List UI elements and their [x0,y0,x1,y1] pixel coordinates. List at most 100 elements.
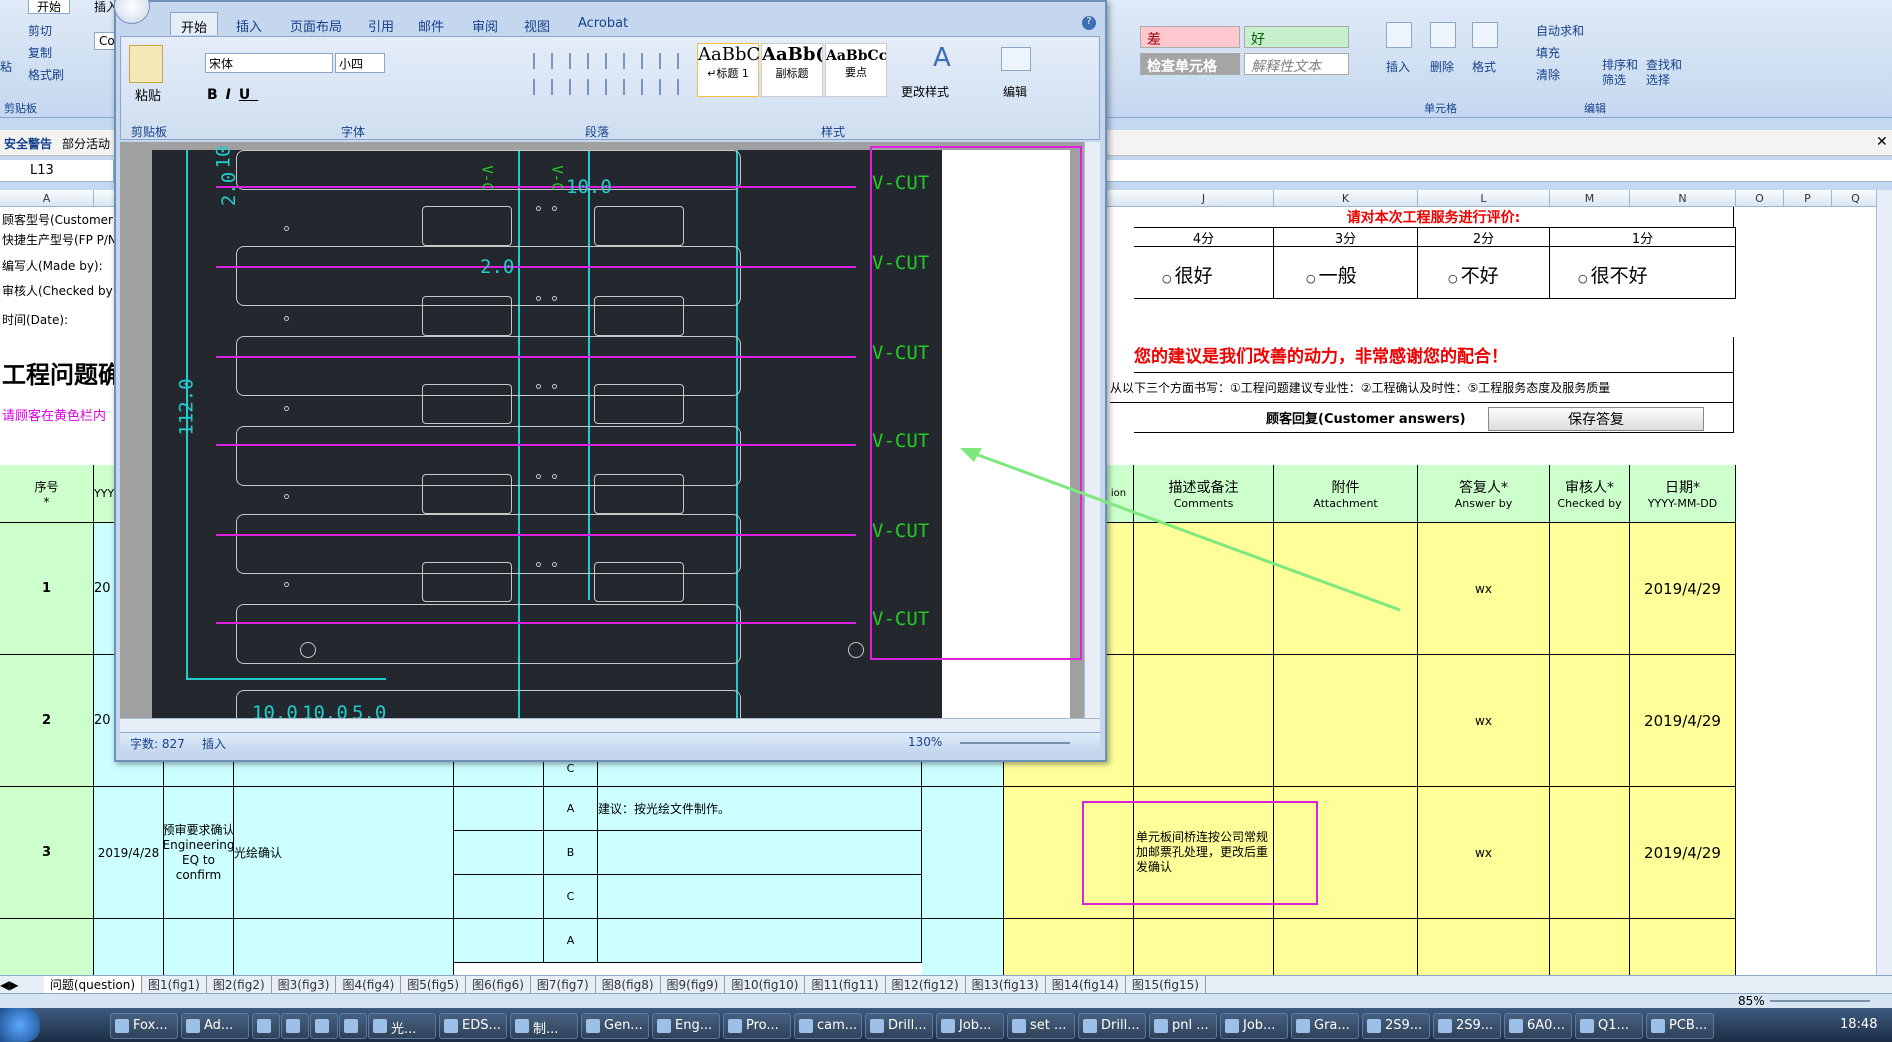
style-good[interactable]: 好 [1244,26,1349,48]
word-tab-acrobat[interactable]: Acrobat [578,16,628,31]
excel-autosum-button[interactable]: 自动求和 [1536,22,1584,39]
row-2-attachment[interactable] [1274,655,1418,787]
excel-insert-button[interactable]: 插入 [1386,58,1410,75]
row-3-answer-by[interactable]: wx [1418,787,1550,919]
row-3-option-c[interactable]: C [544,875,598,919]
taskbar-item[interactable] [281,1013,309,1039]
row-3-option-a[interactable]: A [544,787,598,831]
row-3-topic[interactable]: 光绘确认 [234,787,454,919]
style-subtitle[interactable]: AaBb(副标题 [761,43,823,97]
column-header-k[interactable]: K [1274,190,1418,207]
excel-zoom-level[interactable]: 85% [1738,994,1765,1008]
excel-delete-icon[interactable] [1430,22,1456,48]
taskbar-item[interactable]: Q1... [1575,1013,1643,1039]
insert-mode[interactable]: 插入 [202,735,226,752]
sheet-tab-fig12[interactable]: 图12(fig12) [886,976,966,993]
excel-zoom-slider[interactable] [1770,1000,1870,1002]
word-count[interactable]: 字数: 827 [130,735,185,752]
sheet-tab-fig15[interactable]: 图15(fig15) [1126,976,1206,993]
row-2-date[interactable]: 2019/4/29 [1630,655,1736,787]
taskbar-item[interactable]: Drill... [1078,1013,1146,1039]
binoculars-icon[interactable] [1001,47,1031,71]
column-header-o[interactable]: O [1736,190,1784,207]
word-tab-review[interactable]: 审阅 [472,16,498,35]
rating-option-bad[interactable]: 不好 [1448,261,1499,288]
style-check-cell[interactable]: 检查单元格 [1140,53,1240,75]
word-edit-button[interactable]: 编辑 [1003,83,1027,100]
word-zoom-level[interactable]: 130% [908,735,942,749]
word-tab-references[interactable]: 引用 [368,16,394,35]
sheet-tab-fig6[interactable]: 图6(fig6) [466,976,531,993]
excel-cut-button[interactable]: 剪切 [28,22,52,39]
taskbar-item[interactable]: PCB... [1646,1013,1714,1039]
sheet-tab-fig14[interactable]: 图14(fig14) [1046,976,1126,993]
taskbar-item[interactable]: 6A0... [1504,1013,1572,1039]
word-horizontal-scrollbar[interactable] [120,718,1100,732]
alignment-buttons[interactable] [533,79,683,95]
taskbar-item[interactable] [252,1013,280,1039]
help-icon[interactable]: ? [1082,16,1096,30]
row-2-answer-by[interactable]: wx [1418,655,1550,787]
sheet-tab-fig10[interactable]: 图10(fig10) [725,976,806,993]
word-zoom-slider[interactable] [960,742,1070,744]
row-3-date-answer[interactable]: 2019/4/29 [1630,787,1736,919]
excel-delete-button[interactable]: 删除 [1430,58,1454,75]
style-key-point[interactable]: AaBbCcD 要点 [825,43,887,97]
change-styles-icon[interactable]: A [933,43,951,73]
excel-fill-button[interactable]: 填充 [1536,44,1560,61]
word-tab-insert[interactable]: 插入 [236,16,262,35]
column-header-j[interactable]: J [1134,190,1274,207]
taskbar-item[interactable]: Gen... [581,1013,649,1039]
start-button[interactable] [0,1008,40,1042]
close-icon[interactable]: ✕ [1876,134,1888,150]
word-tab-layout[interactable]: 页面布局 [290,16,342,35]
column-header-l[interactable]: L [1418,190,1550,207]
row-3-option-b[interactable]: B [544,831,598,875]
sheet-tab-fig3[interactable]: 图3(fig3) [272,976,337,993]
taskbar-item[interactable]: 2S9... [1362,1013,1430,1039]
taskbar-item[interactable]: pnl ... [1149,1013,1217,1039]
excel-insert-icon[interactable] [1386,22,1412,48]
row-2-comments[interactable] [1134,655,1274,787]
row-1-num[interactable]: 1 [0,523,94,655]
sheet-tab-question[interactable]: 问题(question) [43,976,143,993]
document-area[interactable]: V-CUT V-CUT V-CUT V-CUT V-CUT V-CUT 2.0 … [120,142,1100,740]
sheet-tab-fig4[interactable]: 图4(fig4) [336,976,402,993]
row-3-suggestion[interactable]: 建议：按光绘文件制作。 [598,787,922,831]
rating-option-very-good[interactable]: 很好 [1162,261,1213,288]
row-3-date[interactable]: 2019/4/28 [94,787,164,919]
style-heading1[interactable]: AaBbC ↵标题 1 [697,43,760,97]
row-3-type[interactable]: 预审要求确认 Engineering EQ to confirm [164,787,234,919]
font-name-select[interactable]: 宋体 [205,53,333,73]
taskbar-item[interactable]: Ad... [181,1013,249,1039]
sheet-tab-fig8[interactable]: 图8(fig8) [596,976,661,993]
row-2-num[interactable]: 2 [0,655,94,787]
name-box[interactable]: L13 [0,160,114,182]
paste-icon[interactable] [129,45,163,83]
column-header-q[interactable]: Q [1832,190,1880,207]
row-2-checked-by[interactable] [1550,655,1630,787]
sheet-tab-fig13[interactable]: 图13(fig13) [966,976,1046,993]
change-styles-button[interactable]: 更改样式 [901,83,949,100]
font-size-select[interactable]: 小四 [335,53,385,73]
taskbar-item[interactable]: Fox... [110,1013,178,1039]
save-answer-button[interactable]: 保存答复 [1488,407,1704,431]
row-1-answer-by[interactable]: wx [1418,523,1550,655]
sheet-tab-fig11[interactable]: 图11(fig11) [805,976,886,993]
excel-vertical-scrollbar[interactable] [1876,190,1892,975]
row-3-num[interactable]: 3 [0,787,94,919]
taskbar-item[interactable]: 2S9... [1433,1013,1501,1039]
rating-option-very-bad[interactable]: 很不好 [1578,261,1648,288]
word-tab-mailings[interactable]: 邮件 [418,16,444,35]
column-header-a[interactable]: A [0,190,94,207]
taskbar-item[interactable]: cam... [794,1013,862,1039]
column-header-m[interactable]: M [1550,190,1630,207]
word-paste-button[interactable]: 粘贴 [135,85,161,104]
row-4-option-a[interactable]: A [544,919,598,963]
rating-option-average[interactable]: 一般 [1306,261,1357,288]
list-buttons[interactable] [533,53,683,69]
taskbar-item[interactable] [339,1013,367,1039]
taskbar-item[interactable]: 光... [368,1013,436,1039]
sheet-tab-fig2[interactable]: 图2(fig2) [207,976,272,993]
taskbar-item[interactable]: Pro... [723,1013,791,1039]
